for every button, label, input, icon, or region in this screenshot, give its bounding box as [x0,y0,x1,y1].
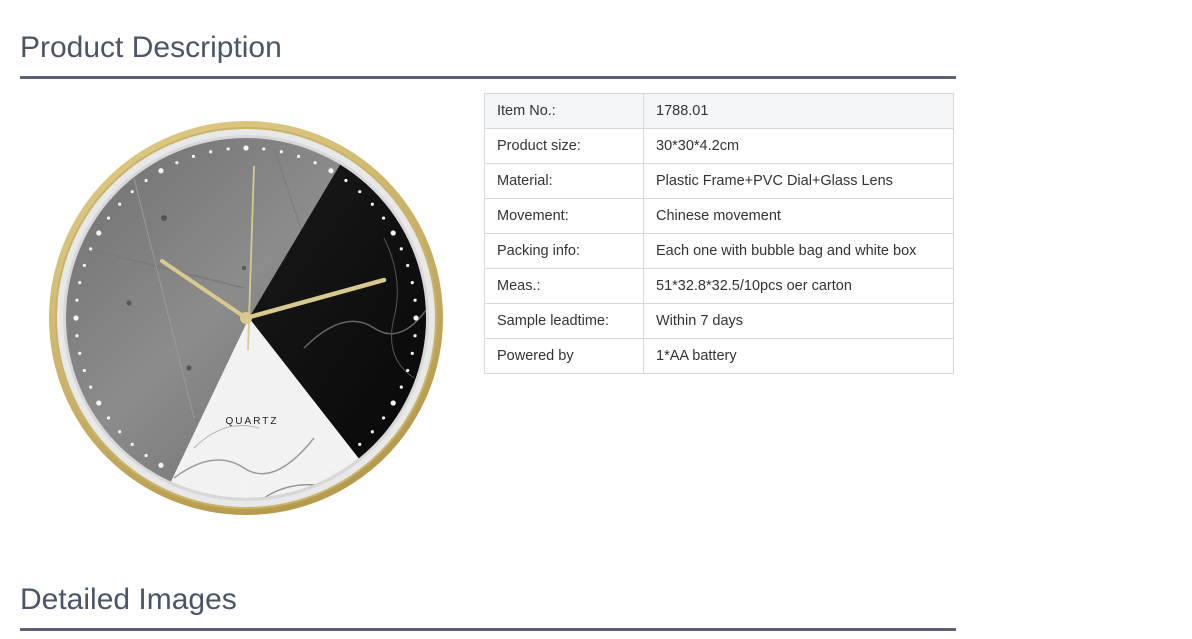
minute-dot [191,478,196,482]
spec-label: Packing info: [484,233,644,269]
minute-dot [262,485,266,489]
minute-dot [144,453,148,458]
minute-dot [130,442,134,446]
minute-dot [390,230,396,236]
minute-dot [313,471,317,475]
minute-dot [413,298,417,302]
minute-dot [118,202,122,206]
minute-dot [144,178,148,183]
minute-dot [78,351,82,355]
spec-row: Powered by 1*AA battery [484,338,954,374]
minute-dot [390,400,396,406]
spec-label: Sample leadtime: [484,303,644,339]
product-description-heading: Product Description [20,30,956,79]
minute-dot [279,150,283,154]
spec-row: Product size: 30*30*4.2cm [484,128,954,164]
minute-dot [413,315,419,321]
minute-dot [406,368,410,373]
minute-dot [370,202,374,206]
minute-dot [75,298,79,302]
spec-row: Meas.: 51*32.8*32.5/10pcs oer carton [484,268,954,304]
minute-dot [226,147,230,151]
spec-row: Movement: Chinese movement [484,198,954,234]
minute-dot [73,315,79,321]
minute-dot [191,154,196,158]
minute-dot [328,462,334,468]
spec-value: Chinese movement [643,198,954,234]
spec-value: Within 7 days [643,303,954,339]
minute-dot [381,216,386,220]
minute-dot [226,485,230,489]
minute-dot [96,230,102,236]
spec-label: Powered by [484,338,644,374]
minute-dot [89,385,93,389]
minute-dot [158,168,164,174]
minute-dot [328,168,334,174]
minute-dot [82,263,86,268]
minute-dot [370,430,374,434]
minute-dot [279,482,283,486]
minute-dot [130,190,134,194]
spec-value: 51*32.8*32.5/10pcs oer carton [643,268,954,304]
minute-dot [413,334,417,338]
spec-label: Product size: [484,128,644,164]
product-page: Product Description QUARTZ Item No.: 178… [0,0,1192,639]
product-image: QUARTZ [44,118,448,522]
spec-label: Movement: [484,198,644,234]
minute-dot [358,190,362,194]
spec-row: Item No.: 1788.01 [484,93,954,129]
minute-dot [175,471,179,475]
minute-dot [381,416,386,420]
spec-label: Item No.: [484,93,644,129]
dial-brand-text: QUARTZ [226,416,279,427]
minute-dot [243,485,249,491]
minute-dot [106,416,111,420]
minute-dot [118,430,122,434]
minute-dot [78,281,82,285]
spec-row: Sample leadtime: Within 7 days [484,303,954,339]
minute-dot [399,385,403,389]
detailed-images-heading: Detailed Images [20,582,956,631]
minute-dot [89,247,93,251]
minute-dot [243,145,249,151]
spec-row: Material: Plastic Frame+PVC Dial+Glass Le… [484,163,954,199]
minute-dot [399,247,403,251]
minute-dot [296,154,301,158]
minute-dot [158,462,164,468]
spec-value: 1788.01 [643,93,954,129]
minute-dot [296,478,301,482]
spec-value: 30*30*4.2cm [643,128,954,164]
minute-dot [406,263,410,268]
minute-dot [75,334,79,338]
minute-dot [410,351,414,355]
minute-dot [410,281,414,285]
spec-label: Material: [484,163,644,199]
spec-value: 1*AA battery [643,338,954,374]
minute-dot [175,161,179,165]
product-spec-table: Item No.: 1788.01 Product size: 30*30*4.2cm… [484,93,954,374]
minute-dot [106,216,111,220]
minute-dot [82,368,86,373]
minute-dot [313,161,317,165]
wall-clock-image: QUARTZ [49,121,443,515]
minute-dot [96,400,102,406]
minute-dot [262,147,266,151]
minute-dot [209,482,213,486]
spec-value: Plastic Frame+PVC Dial+Glass Lens [643,163,954,199]
spec-label: Meas.: [484,268,644,304]
spec-row: Packing info: Each one with bubble bag an… [484,233,954,269]
minute-dot [344,178,348,183]
minute-dot [358,442,362,446]
spec-value: Each one with bubble bag and white box [643,233,954,269]
minute-dot [344,453,348,458]
minute-dot [209,150,213,154]
